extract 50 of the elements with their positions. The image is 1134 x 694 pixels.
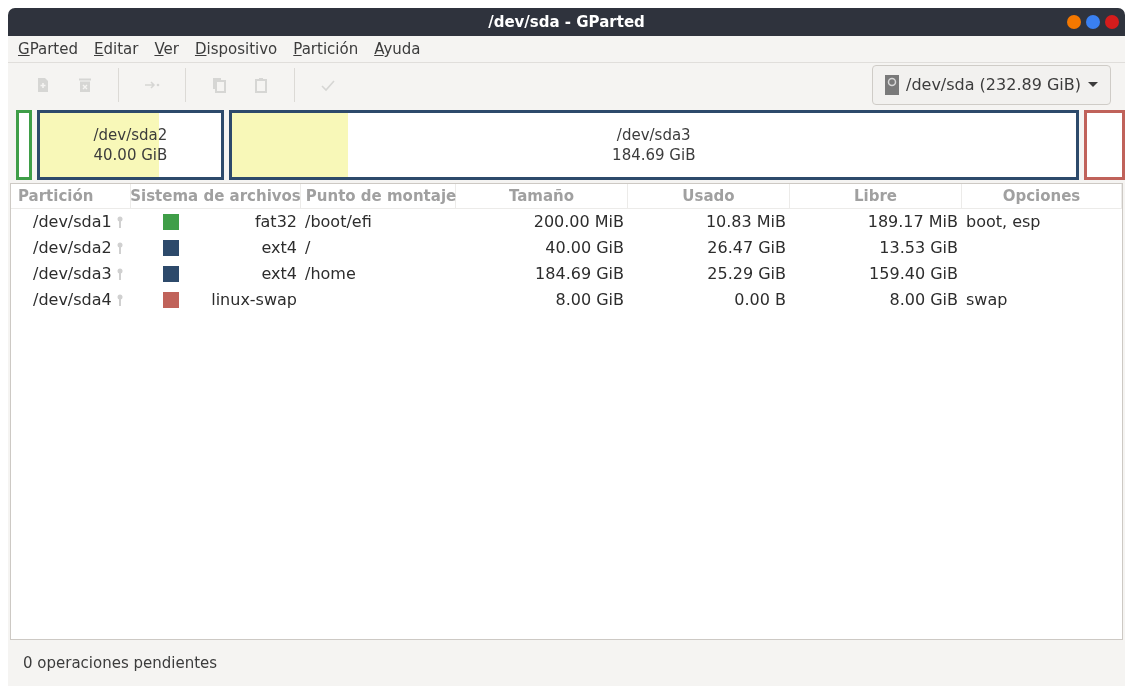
device-dropdown[interactable]: /dev/sda (232.89 GiB) [872,65,1111,105]
table-cell: 25.29 GiB [707,264,786,283]
table-cell: 159.40 GiB [869,264,958,283]
close-button[interactable] [1105,15,1119,29]
key-icon [116,216,123,228]
window-title: /dev/sda - GParted [488,11,645,33]
table-cell: 8.00 GiB [889,290,958,309]
partition-block[interactable]: /dev/sda3 184.69 GiB [228,110,1079,180]
table-cell: 189.17 MiB [867,212,958,231]
partition-block[interactable]: /dev/sda2 40.00 GiB [36,110,224,180]
partition-block[interactable] [16,110,32,180]
partition-label: /dev/sda2 [93,125,168,145]
table-cell: 8.00 GiB [555,290,624,309]
table-cell-text: /dev/sda3 [33,263,112,285]
menu-item[interactable]: Partición [293,37,359,61]
table-cell: / [305,238,311,257]
caret-icon [1088,82,1098,88]
table-cell: /home [305,264,356,283]
table-cell: boot, esp [966,212,1041,231]
key-icon [116,268,123,280]
key-icon [116,242,123,254]
menu-item[interactable]: Ver [154,37,179,61]
table-cell-text: /dev/sda4 [33,289,112,311]
table-cell: 0.00 B [734,290,786,309]
minimize-button[interactable] [1067,15,1081,29]
partition-size: 184.69 GiB [612,145,696,165]
table-cell: 200.00 MiB [533,212,624,231]
menu-item[interactable]: Dispositivo [194,37,278,61]
partition-label: /dev/sda3 [616,125,691,145]
menu-item[interactable]: GParted [18,37,78,61]
table-cell: 184.69 GiB [535,264,624,283]
partition-size: 40.00 GiB [93,145,168,165]
menu-item[interactable]: Editar [94,37,139,61]
table-cell-text: linux-swap [211,289,297,311]
table-cell: 13.53 GiB [879,238,958,257]
table-cell-text: /dev/sda2 [33,237,112,259]
maximize-button[interactable] [1086,15,1100,29]
key-icon [116,294,123,306]
table-cell-text: fat32 [254,211,297,233]
table-cell: 26.47 GiB [707,238,786,257]
table-cell: 40.00 GiB [545,238,624,257]
status-text: 0 operaciones pendientes [23,652,218,674]
table-cell-text: /dev/sda1 [33,211,112,233]
table-cell: swap [966,290,1008,309]
table-cell: /boot/efi [305,212,372,231]
table-cell-text: ext4 [261,237,297,259]
table-cell-text: ext4 [261,263,297,285]
table-cell: 10.83 MiB [705,212,786,231]
partition-block[interactable] [1083,110,1125,180]
menu-item[interactable]: Ayuda [374,37,421,61]
